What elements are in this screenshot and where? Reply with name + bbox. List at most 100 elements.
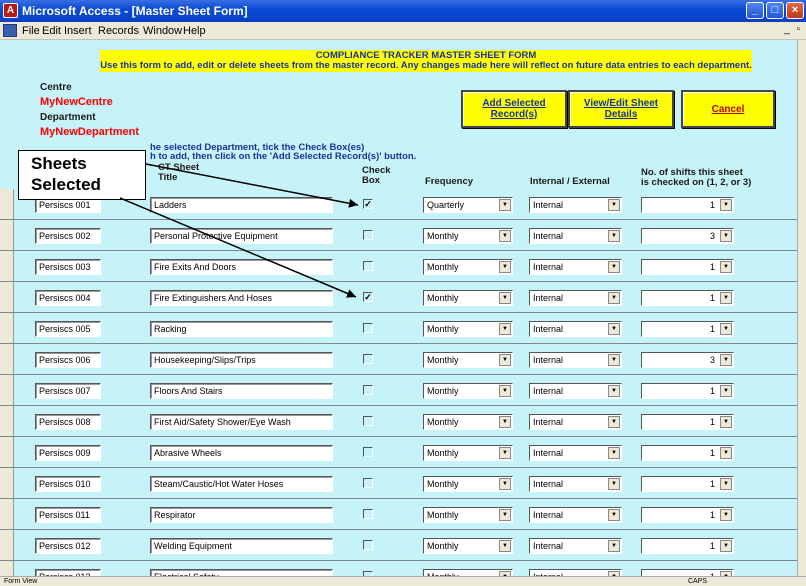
sheet-title-field[interactable]: Racking <box>150 321 333 337</box>
view-edit-sheet-details-button[interactable]: View/Edit Sheet Details <box>568 90 674 128</box>
close-button[interactable]: × <box>786 2 804 19</box>
sheet-title-field[interactable]: Ladders <box>150 197 333 213</box>
sheet-code-field[interactable]: Persiscs 008 <box>35 414 101 430</box>
internal-external-combo[interactable]: Internal▼ <box>529 197 622 213</box>
vertical-scrollbar[interactable] <box>797 40 806 576</box>
select-checkbox[interactable] <box>363 478 373 488</box>
frequency-combo[interactable]: Monthly▼ <box>423 259 513 275</box>
shifts-combo[interactable]: 1▼ <box>641 445 734 461</box>
shifts-combo[interactable]: 1▼ <box>641 507 734 523</box>
record-selector[interactable] <box>0 437 14 467</box>
select-checkbox[interactable] <box>363 323 373 333</box>
internal-external-combo[interactable]: Internal▼ <box>529 383 622 399</box>
maximize-button[interactable]: □ <box>766 2 784 19</box>
record-selector[interactable] <box>0 561 14 576</box>
chevron-down-icon[interactable]: ▼ <box>720 261 732 273</box>
chevron-down-icon[interactable]: ▼ <box>720 199 732 211</box>
add-selected-records-button[interactable]: Add Selected Record(s) <box>461 90 567 128</box>
sheet-title-field[interactable]: Respirator <box>150 507 333 523</box>
chevron-down-icon[interactable]: ▼ <box>720 385 732 397</box>
sheet-title-field[interactable]: Welding Equipment <box>150 538 333 554</box>
chevron-down-icon[interactable]: ▼ <box>720 447 732 459</box>
shifts-combo[interactable]: 1▼ <box>641 569 734 576</box>
internal-external-combo[interactable]: Internal▼ <box>529 414 622 430</box>
internal-external-combo[interactable]: Internal▼ <box>529 507 622 523</box>
internal-external-combo[interactable]: Internal▼ <box>529 476 622 492</box>
record-selector[interactable] <box>0 344 14 374</box>
chevron-down-icon[interactable]: ▼ <box>499 509 511 521</box>
sheet-code-field[interactable]: Persiscs 002 <box>35 228 101 244</box>
chevron-down-icon[interactable]: ▼ <box>608 385 620 397</box>
chevron-down-icon[interactable]: ▼ <box>499 323 511 335</box>
chevron-down-icon[interactable]: ▼ <box>720 230 732 242</box>
menu-insert[interactable]: Insert <box>64 25 92 37</box>
select-checkbox[interactable] <box>363 509 373 519</box>
shifts-combo[interactable]: 1▼ <box>641 414 734 430</box>
sheet-code-field[interactable]: Persiscs 003 <box>35 259 101 275</box>
chevron-down-icon[interactable]: ▼ <box>608 261 620 273</box>
frequency-combo[interactable]: Quarterly ▼ <box>423 197 513 213</box>
sheet-code-field[interactable]: Persiscs 005 <box>35 321 101 337</box>
chevron-down-icon[interactable]: ▼ <box>499 230 511 242</box>
menu-records[interactable]: Records <box>98 25 139 37</box>
chevron-down-icon[interactable]: ▼ <box>608 199 620 211</box>
shifts-combo[interactable]: 3 ▼ <box>641 352 734 368</box>
record-selector[interactable] <box>0 499 14 529</box>
access-key-icon[interactable]: A <box>3 3 18 18</box>
chevron-down-icon[interactable]: ▼ <box>720 478 732 490</box>
menu-help[interactable]: Help <box>183 25 206 37</box>
record-selector[interactable] <box>0 468 14 498</box>
frequency-combo[interactable]: Monthly▼ <box>423 290 513 306</box>
record-selector[interactable] <box>0 220 14 250</box>
shifts-combo[interactable]: 1▼ <box>641 197 734 213</box>
menu-edit[interactable]: Edit <box>42 25 61 37</box>
chevron-down-icon[interactable]: ▼ <box>720 354 732 366</box>
sheet-code-field[interactable]: Persiscs 009 <box>35 445 101 461</box>
chevron-down-icon[interactable]: ▼ <box>608 230 620 242</box>
select-checkbox[interactable] <box>363 385 373 395</box>
chevron-down-icon[interactable]: ▼ <box>499 447 511 459</box>
select-checkbox[interactable] <box>363 540 373 550</box>
shifts-combo[interactable]: 1▼ <box>641 290 734 306</box>
internal-external-combo[interactable]: Internal▼ <box>529 538 622 554</box>
chevron-down-icon[interactable]: ▼ <box>499 354 511 366</box>
select-checkbox[interactable]: ✓ <box>363 199 373 209</box>
internal-external-combo[interactable]: Internal▼ <box>529 445 622 461</box>
record-selector[interactable] <box>0 189 14 219</box>
sheet-title-field[interactable]: Abrasive Wheels <box>150 445 333 461</box>
shifts-combo[interactable]: 1▼ <box>641 321 734 337</box>
chevron-down-icon[interactable]: ▼ <box>608 323 620 335</box>
minimize-button[interactable]: _ <box>746 2 764 19</box>
chevron-down-icon[interactable]: ▼ <box>720 509 732 521</box>
chevron-down-icon[interactable]: ▼ <box>720 416 732 428</box>
sheet-code-field[interactable]: Persiscs 004 <box>35 290 101 306</box>
frequency-combo[interactable]: Monthly▼ <box>423 383 513 399</box>
shifts-combo[interactable]: 3 ▼ <box>641 228 734 244</box>
select-checkbox[interactable] <box>363 416 373 426</box>
shifts-combo[interactable]: 1▼ <box>641 538 734 554</box>
sheet-title-field[interactable]: Housekeeping/Slips/Trips <box>150 352 333 368</box>
sheet-title-field[interactable]: Fire Extinguishers And Hoses <box>150 290 333 306</box>
shifts-combo[interactable]: 1▼ <box>641 476 734 492</box>
chevron-down-icon[interactable]: ▼ <box>499 385 511 397</box>
record-selector[interactable] <box>0 530 14 560</box>
chevron-down-icon[interactable]: ▼ <box>608 509 620 521</box>
sheet-code-field[interactable]: Persiscs 010 <box>35 476 101 492</box>
mdi-controls[interactable]: _ ▫ <box>784 24 802 35</box>
sheet-code-field[interactable]: Persiscs 012 <box>35 538 101 554</box>
internal-external-combo[interactable]: Internal▼ <box>529 321 622 337</box>
sheet-title-field[interactable]: Personal Protective Equipment <box>150 228 333 244</box>
sheet-code-field[interactable]: Persiscs 011 <box>35 507 101 523</box>
internal-external-combo[interactable]: Internal▼ <box>529 228 622 244</box>
frequency-combo[interactable]: Monthly▼ <box>423 228 513 244</box>
frequency-combo[interactable]: Monthly▼ <box>423 538 513 554</box>
internal-external-combo[interactable]: Internal▼ <box>529 569 622 576</box>
frequency-combo[interactable]: Monthly▼ <box>423 352 513 368</box>
chevron-down-icon[interactable]: ▼ <box>608 354 620 366</box>
sheet-title-field[interactable]: Steam/Caustic/Hot Water Hoses <box>150 476 333 492</box>
select-checkbox[interactable] <box>363 261 373 271</box>
internal-external-combo[interactable]: Internal▼ <box>529 290 622 306</box>
menu-file[interactable]: File <box>22 25 40 37</box>
frequency-combo[interactable]: Monthly▼ <box>423 414 513 430</box>
frequency-combo[interactable]: Monthly▼ <box>423 569 513 576</box>
